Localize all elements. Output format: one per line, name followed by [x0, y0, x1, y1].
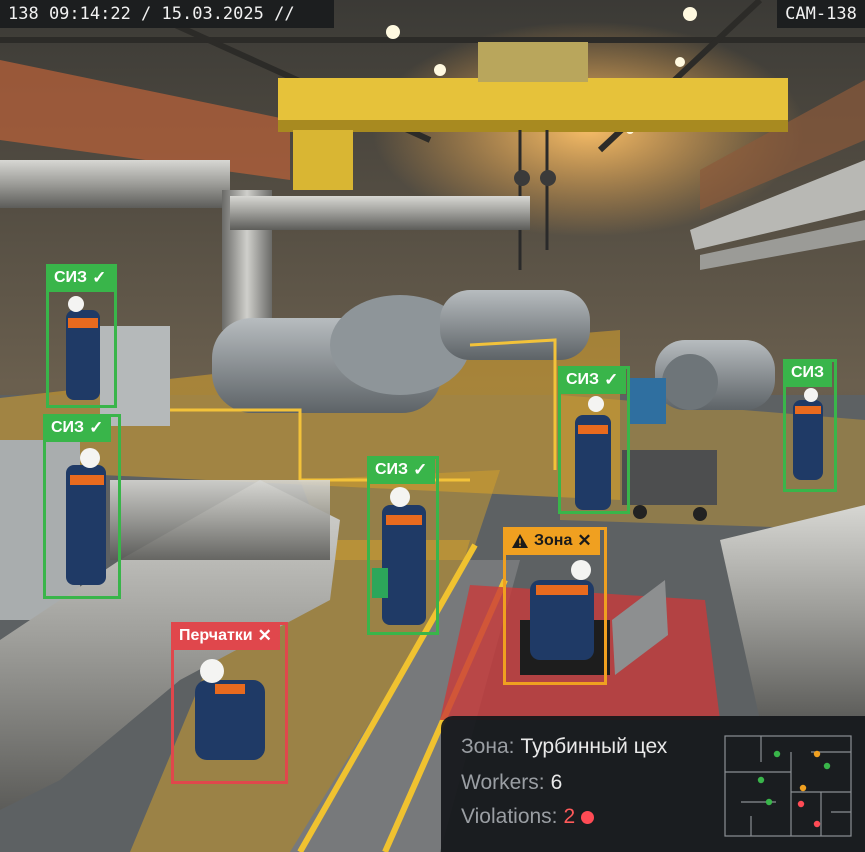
zone-row: Зона: Турбинный цех [461, 735, 667, 759]
floor-minimap[interactable] [721, 732, 855, 840]
zone-value: Турбинный цех [520, 735, 668, 758]
workers-value: 6 [550, 771, 563, 794]
detection-label: СИЗ ✓ [43, 414, 112, 442]
detection-label: Зона ✕ [503, 527, 600, 555]
detection-box-ppe-ok[interactable]: СИЗ ✓ [367, 456, 439, 635]
detection-box-ppe-ok[interactable]: СИЗ ✓ [558, 366, 630, 514]
violations-key: Violations: [461, 805, 558, 828]
alert-dot-icon [581, 810, 595, 824]
close-icon: ✕ [257, 626, 272, 645]
timestamp-overlay: 138 09:14:22 / 15.03.2025 // [0, 0, 334, 28]
workers-key: Workers: [461, 771, 545, 794]
check-icon: ✓ [413, 460, 428, 479]
violations-value: 2 [563, 805, 576, 828]
detection-label: СИЗ [783, 359, 833, 387]
detection-box-gloves-violation[interactable]: Перчатки ✕ [171, 622, 288, 784]
check-icon: ✓ [89, 418, 104, 437]
close-icon: ✕ [577, 531, 592, 550]
detection-box-ppe-ok[interactable]: СИЗ [783, 359, 837, 492]
check-icon: ✓ [92, 268, 107, 287]
detection-box-ppe-ok[interactable]: СИЗ ✓ [46, 264, 117, 408]
zone-key: Зона: [461, 735, 515, 758]
check-icon: ✓ [604, 370, 619, 389]
detection-label: Перчатки ✕ [171, 622, 280, 650]
detection-box-zone-warning[interactable]: Зона ✕ [503, 527, 607, 685]
detection-box-ppe-ok[interactable]: СИЗ ✓ [43, 414, 121, 599]
minimap-markers [757, 750, 831, 828]
workers-row: Workers: 6 [461, 771, 562, 795]
violations-row: Violations: 2 [461, 805, 595, 829]
detection-label: СИЗ ✓ [46, 264, 115, 292]
zone-stats-panel: Зона: Турбинный цех Workers: 6 Violation… [441, 716, 865, 852]
warning-triangle-icon [512, 534, 528, 548]
cctv-frame: 138 09:14:22 / 15.03.2025 // CAM-138 СИЗ… [0, 0, 865, 852]
detection-label: СИЗ ✓ [558, 366, 627, 394]
detection-label: СИЗ ✓ [367, 456, 436, 484]
camera-id-overlay: CAM-138 [777, 0, 865, 28]
